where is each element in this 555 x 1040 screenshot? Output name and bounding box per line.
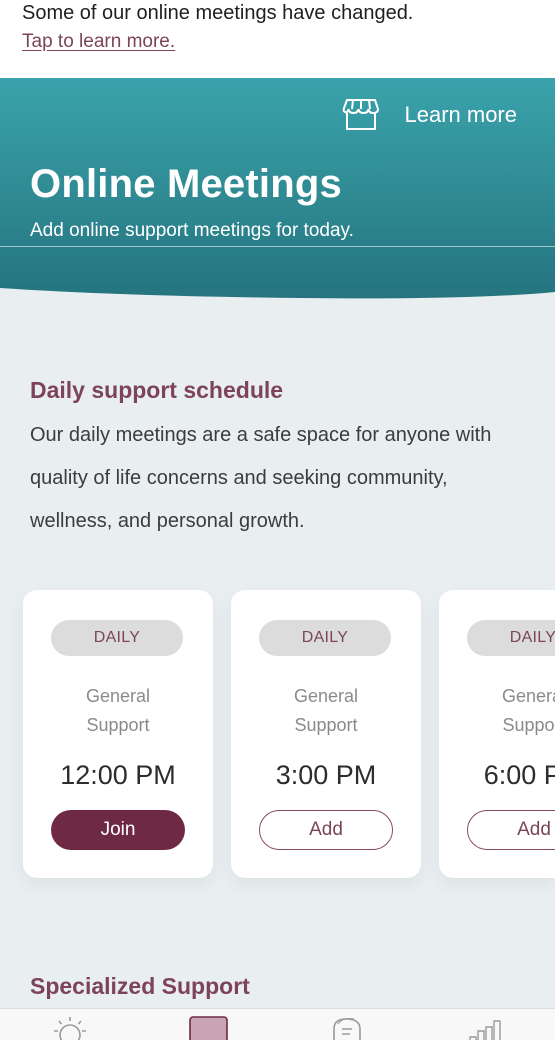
meetings-icon: [189, 1016, 228, 1040]
meeting-name: General Support: [439, 682, 555, 740]
page-subtitle: Add online support meetings for today.: [30, 220, 354, 241]
page-title: Online Meetings: [30, 162, 342, 206]
meeting-time: 12:00 PM: [60, 760, 176, 790]
meeting-name: General Support: [23, 682, 213, 740]
meeting-name-line2: Support: [294, 715, 358, 735]
hero-header: Learn more Online Meetings Add online su…: [0, 78, 555, 300]
notice-banner[interactable]: Some of our online meetings have changed…: [0, 0, 555, 78]
meeting-name-line1: General: [85, 686, 151, 706]
meeting-card[interactable]: DAILY General Support 12:00 PM Join: [23, 590, 213, 878]
notice-text: Some of our online meetings have changed…: [22, 2, 414, 24]
learn-more-button[interactable]: Learn more: [342, 98, 517, 132]
daily-section-description: Our daily meetings are a safe space for …: [30, 424, 492, 532]
tab-bar: [0, 1008, 555, 1040]
join-button[interactable]: Join: [51, 810, 185, 850]
tab-today[interactable]: [50, 1015, 90, 1040]
meeting-name-line2: Support: [86, 715, 150, 735]
add-button[interactable]: Add: [467, 810, 555, 850]
meeting-card[interactable]: DAILY General Support 3:00 PM Add: [231, 590, 421, 878]
learn-more-link[interactable]: Tap to learn more.: [22, 31, 175, 53]
chat-icon: [333, 1017, 361, 1040]
meeting-time: 6:00 PM: [483, 760, 555, 790]
daily-badge: DAILY: [259, 620, 391, 656]
learn-more-label: Learn more: [404, 102, 517, 127]
specialized-section-title: Specialized Support: [30, 973, 250, 999]
tab-meetings[interactable]: [189, 1015, 229, 1040]
tab-progress[interactable]: [466, 1015, 506, 1040]
daily-badge: DAILY: [467, 620, 555, 656]
sun-icon: [54, 1017, 86, 1040]
daily-badge: DAILY: [51, 620, 183, 656]
meeting-name: General Support: [231, 682, 421, 740]
meeting-time: 3:00 PM: [275, 760, 377, 790]
meeting-card[interactable]: DAILY General Support 6:00 PM Add: [439, 590, 555, 878]
meeting-name-line1: General: [501, 686, 555, 706]
meeting-name-line2: Support: [502, 715, 555, 735]
daily-section-title: Daily support schedule: [30, 377, 284, 403]
add-button[interactable]: Add: [259, 810, 393, 850]
tab-chat[interactable]: [328, 1015, 368, 1040]
storefront-icon: [342, 98, 380, 132]
progress-icon: [469, 1020, 501, 1040]
hero-divider: [0, 246, 555, 247]
meeting-name-line1: General: [293, 686, 359, 706]
